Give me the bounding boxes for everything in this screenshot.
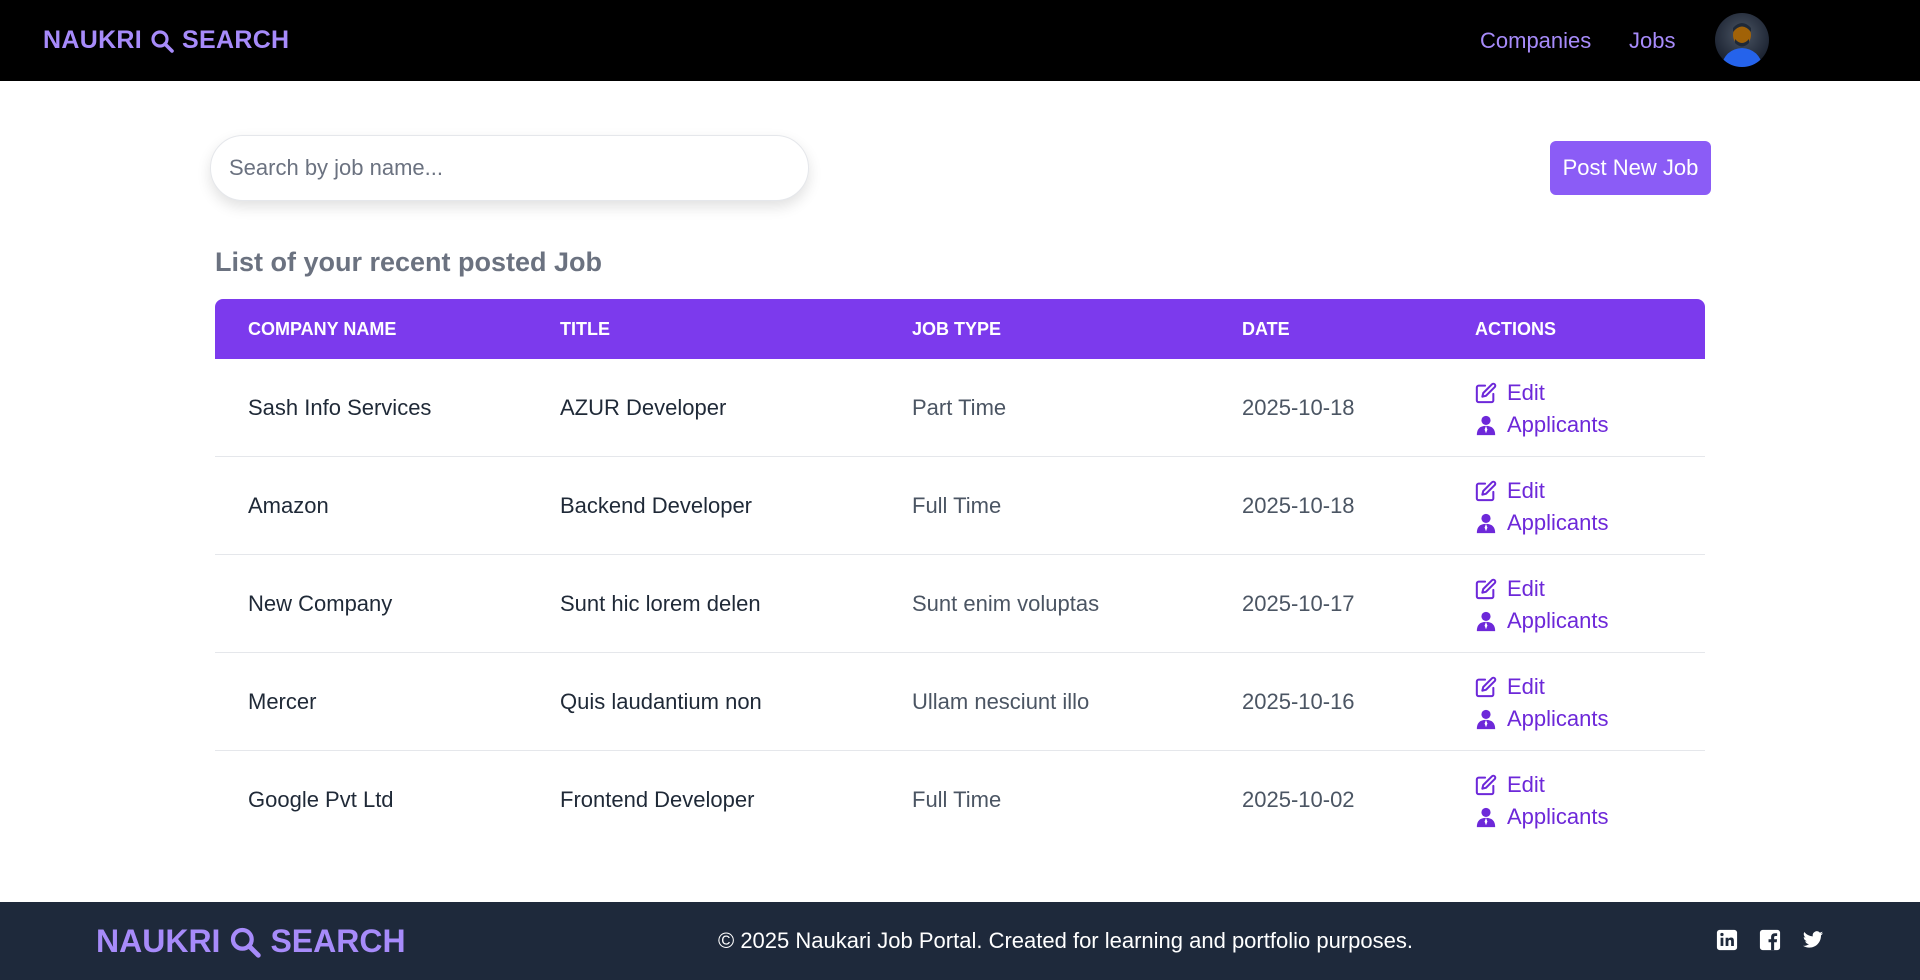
company-cell: Amazon: [248, 493, 329, 518]
table-row: New Company Sunt hic lorem delen Sunt en…: [215, 555, 1705, 653]
column-header-date: DATE: [1242, 319, 1290, 339]
user-icon: [1476, 709, 1496, 730]
avatar[interactable]: [1715, 13, 1769, 67]
actions-cell: Edit Applicants: [1475, 573, 1609, 637]
search-icon: [231, 927, 262, 958]
footer: NAUKRI SEARCH © 2025 Naukari Job Portal.…: [0, 902, 1920, 980]
column-header-job-type: JOB TYPE: [912, 319, 1002, 339]
edit-button[interactable]: Edit: [1475, 475, 1609, 507]
user-icon: [1476, 513, 1496, 534]
edit-icon: [1475, 480, 1497, 502]
actions-cell: Edit Applicants: [1475, 671, 1609, 735]
copyright-text: © 2025 Naukari Job Portal. Created for l…: [718, 928, 1413, 953]
avatar-image: [1715, 13, 1769, 67]
company-cell: Mercer: [248, 689, 317, 714]
edit-icon: [1475, 578, 1497, 600]
applicants-button[interactable]: Applicants: [1475, 605, 1609, 637]
twitter-icon[interactable]: [1802, 929, 1824, 951]
column-header-title: TITLE: [560, 319, 610, 339]
search-input[interactable]: [210, 135, 809, 201]
edit-button[interactable]: Edit: [1475, 377, 1609, 409]
edit-label: Edit: [1507, 674, 1545, 699]
date-cell: 2025-10-16: [1242, 689, 1355, 714]
brand-left-text: NAUKRI: [43, 26, 143, 54]
title-cell: Sunt hic lorem delen: [560, 591, 761, 616]
applicants-label: Applicants: [1507, 706, 1609, 731]
applicants-button[interactable]: Applicants: [1475, 703, 1609, 735]
applicants-label: Applicants: [1507, 608, 1609, 633]
applicants-button[interactable]: Applicants: [1475, 507, 1609, 539]
nav-companies[interactable]: Companies: [1480, 28, 1591, 54]
edit-button[interactable]: Edit: [1475, 769, 1609, 801]
post-new-job-button[interactable]: Post New Job: [1550, 141, 1711, 195]
actions-cell: Edit Applicants: [1475, 377, 1609, 441]
edit-icon: [1475, 382, 1497, 404]
job-type-cell: Full Time: [912, 493, 1002, 518]
user-icon: [1476, 611, 1496, 632]
applicants-label: Applicants: [1507, 510, 1609, 535]
page-title: List of your recent posted Job: [215, 247, 603, 277]
brand-right-text: SEARCH: [182, 26, 290, 54]
date-cell: 2025-10-18: [1242, 493, 1355, 518]
brand-logo[interactable]: NAUKRI SEARCH: [43, 26, 289, 55]
table-row: Sash Info Services AZUR Developer Part T…: [215, 359, 1705, 457]
linkedin-icon[interactable]: [1716, 929, 1738, 951]
edit-label: Edit: [1507, 576, 1545, 601]
facebook-icon[interactable]: [1759, 929, 1781, 951]
user-icon: [1476, 415, 1496, 436]
edit-label: Edit: [1507, 772, 1545, 797]
title-cell: Quis laudantium non: [560, 689, 762, 714]
edit-button[interactable]: Edit: [1475, 671, 1609, 703]
search-icon: [151, 29, 174, 53]
edit-icon: [1475, 774, 1497, 796]
column-header-actions: ACTIONS: [1475, 319, 1556, 339]
job-type-cell: Ullam nesciunt illo: [912, 689, 1090, 714]
table-body: Sash Info Services AZUR Developer Part T…: [215, 359, 1705, 849]
edit-icon: [1475, 676, 1497, 698]
title-cell: Backend Developer: [560, 493, 753, 518]
company-cell: Google Pvt Ltd: [248, 787, 394, 812]
actions-cell: Edit Applicants: [1475, 769, 1609, 833]
edit-label: Edit: [1507, 478, 1545, 503]
title-cell: Frontend Developer: [560, 787, 755, 812]
date-cell: 2025-10-18: [1242, 395, 1355, 420]
table-header: COMPANY NAME TITLE JOB TYPE DATE ACTIONS: [215, 299, 1705, 359]
applicants-button[interactable]: Applicants: [1475, 409, 1609, 441]
footer-brand-logo[interactable]: NAUKRI SEARCH: [96, 923, 406, 960]
nav-jobs[interactable]: Jobs: [1629, 28, 1675, 54]
top-navbar: NAUKRI SEARCH Companies Jobs: [0, 0, 1920, 81]
footer-brand-left-text: NAUKRI: [96, 923, 221, 959]
column-header-company: COMPANY NAME: [248, 319, 397, 339]
company-cell: New Company: [248, 591, 393, 616]
date-cell: 2025-10-02: [1242, 787, 1355, 812]
user-icon: [1476, 807, 1496, 828]
applicants-label: Applicants: [1507, 412, 1609, 437]
edit-label: Edit: [1507, 380, 1545, 405]
table-row: Mercer Quis laudantium non Ullam nesciun…: [215, 653, 1705, 751]
job-type-cell: Sunt enim voluptas: [912, 591, 1100, 616]
title-cell: AZUR Developer: [560, 395, 727, 420]
job-type-cell: Full Time: [912, 787, 1002, 812]
edit-button[interactable]: Edit: [1475, 573, 1609, 605]
table-row: Amazon Backend Developer Full Time 2025-…: [215, 457, 1705, 555]
date-cell: 2025-10-17: [1242, 591, 1355, 616]
applicants-label: Applicants: [1507, 804, 1609, 829]
actions-cell: Edit Applicants: [1475, 475, 1609, 539]
jobs-table: COMPANY NAME TITLE JOB TYPE DATE ACTIONS…: [215, 299, 1705, 849]
company-cell: Sash Info Services: [248, 395, 432, 420]
applicants-button[interactable]: Applicants: [1475, 801, 1609, 833]
footer-brand-right-text: SEARCH: [270, 923, 406, 959]
job-type-cell: Part Time: [912, 395, 1007, 420]
table-row: Google Pvt Ltd Frontend Developer Full T…: [215, 751, 1705, 849]
